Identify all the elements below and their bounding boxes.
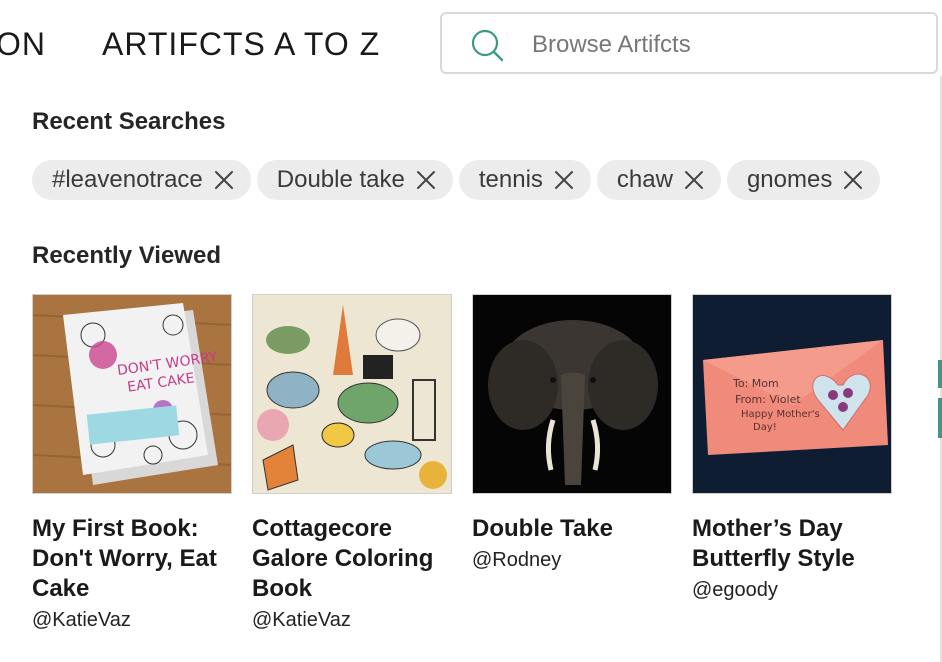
chip-label[interactable]: chaw <box>617 166 673 194</box>
recent-search-chip[interactable]: #leavenotrace <box>32 160 251 200</box>
artifact-user[interactable]: @egoody <box>692 576 892 604</box>
recent-search-chip[interactable]: Double take <box>256 160 453 200</box>
edge-marker <box>938 360 942 388</box>
svg-text:Happy Mother's: Happy Mother's <box>741 409 820 420</box>
close-icon[interactable] <box>553 169 575 191</box>
close-icon[interactable] <box>213 169 235 191</box>
search-icon[interactable] <box>470 28 504 62</box>
artifact-card[interactable]: DON'T WORRY EAT CAKE My First Book: Don'… <box>32 294 232 634</box>
close-icon[interactable] <box>683 169 705 191</box>
close-icon[interactable] <box>842 169 864 191</box>
artifact-thumbnail[interactable] <box>252 294 452 494</box>
artifact-card[interactable]: To: Mom From: Violet Happy Mother's Day!… <box>692 294 892 604</box>
recent-search-chip[interactable]: chaw <box>596 160 721 200</box>
nav-item-artifcts-a-to-z[interactable]: ARTIFCTS A TO Z <box>102 24 380 64</box>
chip-label[interactable]: #leavenotrace <box>52 166 203 194</box>
artifact-user[interactable]: @KatieVaz <box>32 606 232 634</box>
recent-search-chip[interactable]: tennis <box>458 160 591 200</box>
recently-viewed-title: Recently Viewed <box>32 242 221 269</box>
svg-text:Day!: Day! <box>753 422 777 433</box>
artifact-user[interactable]: @KatieVaz <box>252 606 452 634</box>
artifact-card[interactable]: Double Take @Rodney <box>472 294 672 574</box>
artifact-thumbnail[interactable]: DON'T WORRY EAT CAKE <box>32 294 232 494</box>
recent-searches-title: Recent Searches <box>32 108 226 135</box>
chip-label[interactable]: gnomes <box>747 166 832 194</box>
artifact-user[interactable]: @Rodney <box>472 546 672 574</box>
chip-label[interactable]: tennis <box>479 166 543 194</box>
edge-marker <box>938 398 942 438</box>
artifact-thumbnail[interactable] <box>472 294 672 494</box>
search-box[interactable] <box>440 12 938 74</box>
top-nav: ON ARTIFCTS A TO Z <box>0 0 942 88</box>
artifact-title[interactable]: Double Take <box>472 514 672 544</box>
recent-searches-list: #leavenotrace Double take tennis chaw gn… <box>32 160 881 200</box>
search-input[interactable] <box>530 24 924 66</box>
chip-label[interactable]: Double take <box>277 166 405 194</box>
recent-search-chip[interactable]: gnomes <box>726 160 881 200</box>
artifact-thumbnail[interactable]: To: Mom From: Violet Happy Mother's Day! <box>692 294 892 494</box>
artifact-title[interactable]: Cottagecore Galore Coloring Book <box>252 514 452 604</box>
svg-text:From: Violet: From: Violet <box>735 393 801 406</box>
artifact-title[interactable]: My First Book: Don't Worry, Eat Cake <box>32 514 232 604</box>
artifact-card[interactable]: Cottagecore Galore Coloring Book @KatieV… <box>252 294 452 634</box>
nav-item-partial[interactable]: ON <box>0 24 46 64</box>
close-icon[interactable] <box>415 169 437 191</box>
artifact-title[interactable]: Mother’s Day Butterfly Style <box>692 514 892 574</box>
svg-text:To: Mom: To: Mom <box>732 377 779 390</box>
